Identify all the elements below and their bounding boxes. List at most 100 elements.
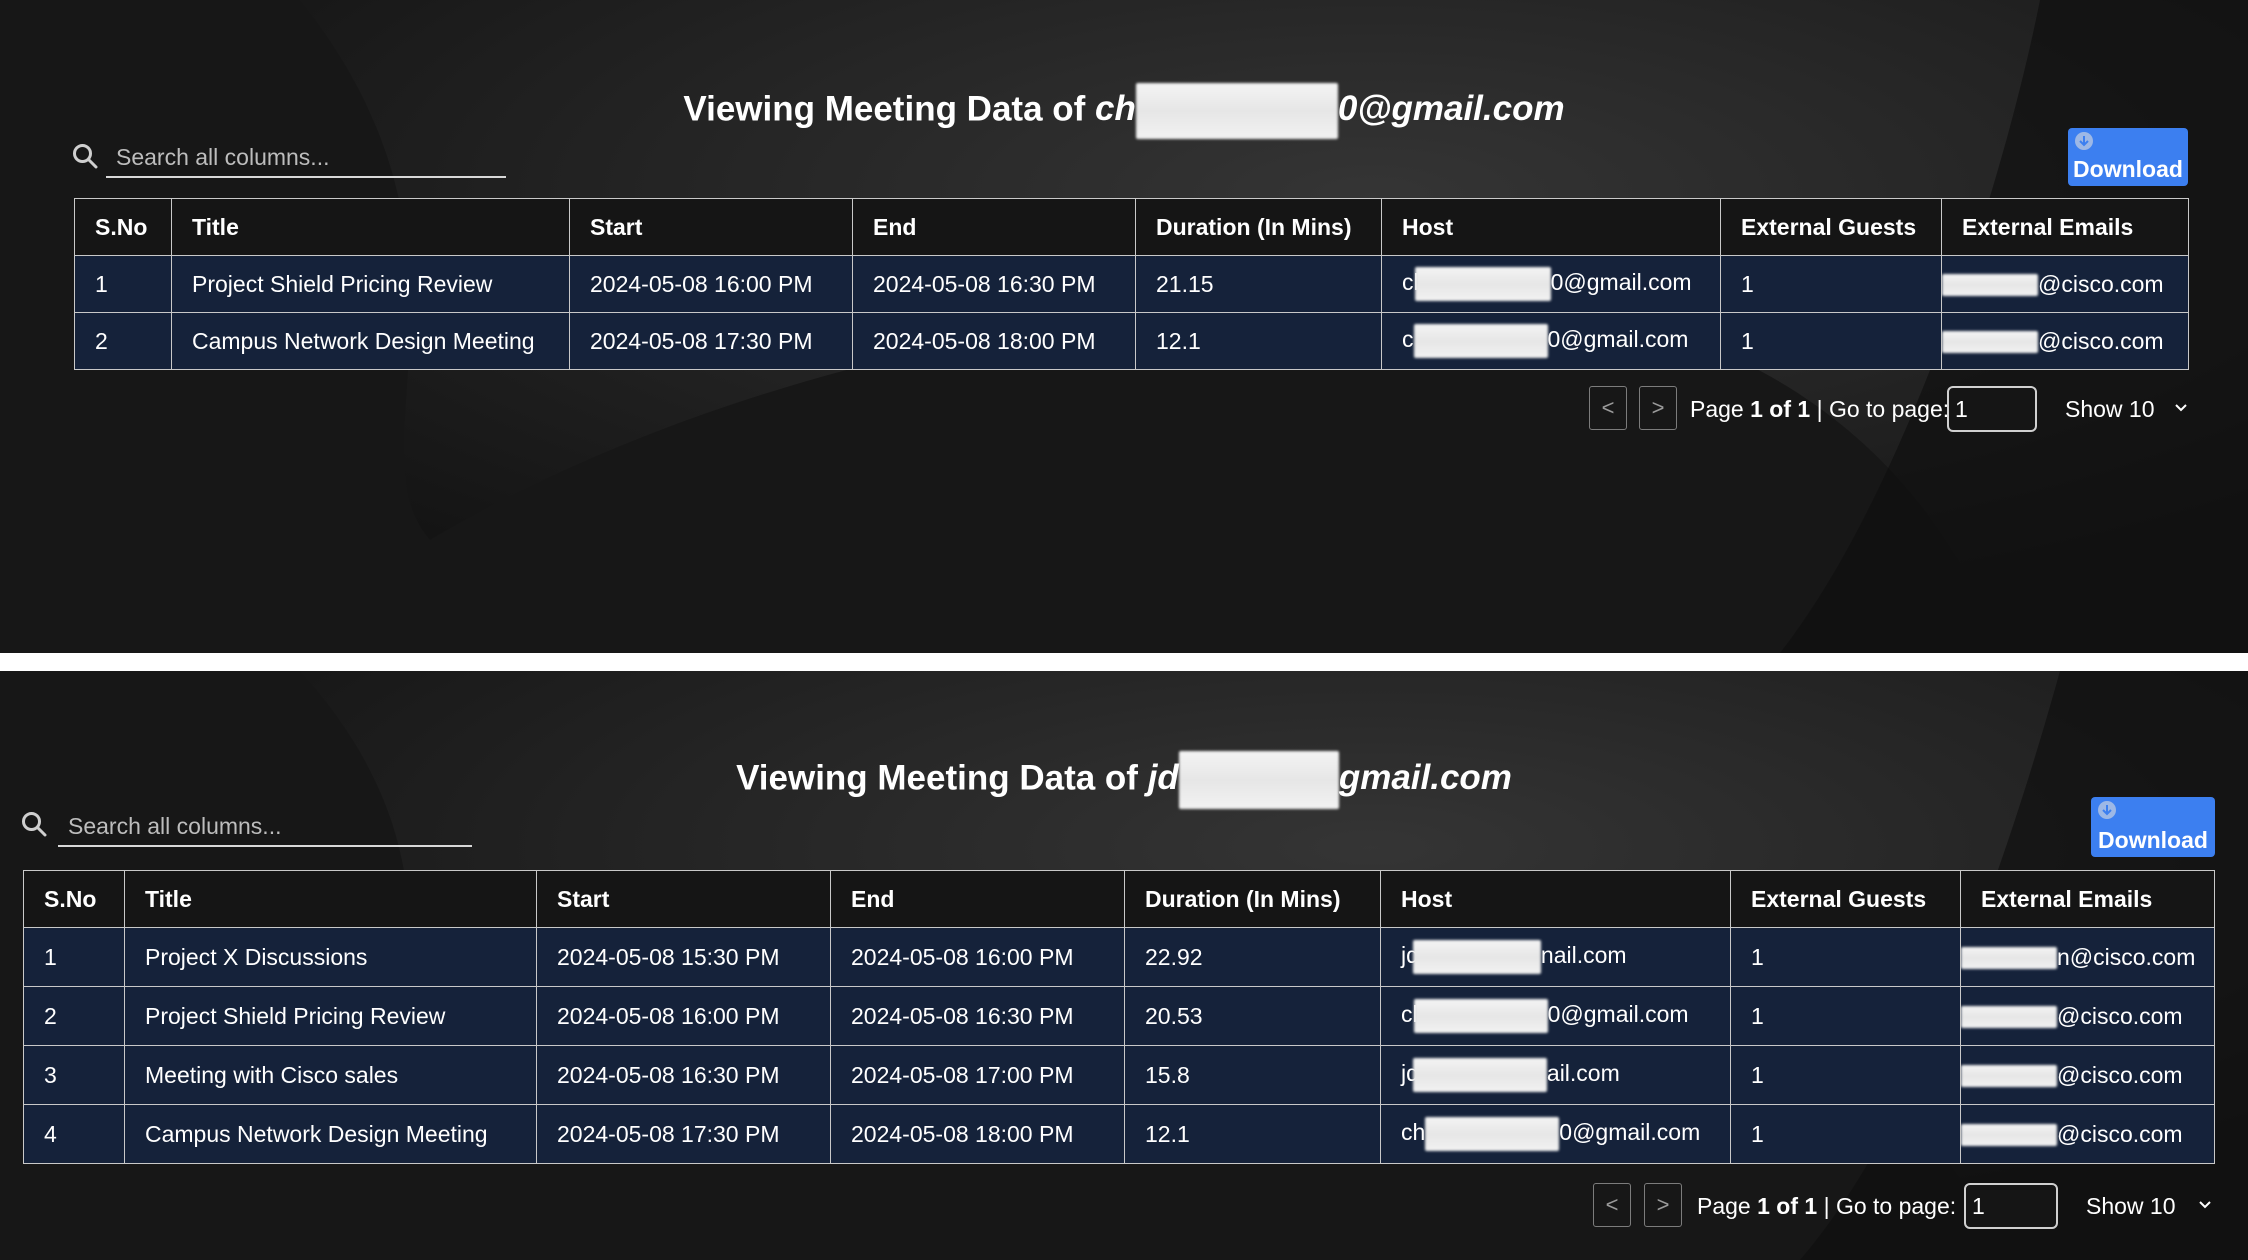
column-header-title[interactable]: Title: [124, 870, 537, 928]
email-start: ch: [1095, 89, 1136, 129]
page-indicator: Page 1 of 1 | Go to page:: [1690, 396, 1949, 423]
search-input[interactable]: [114, 136, 478, 178]
host-end: 0@gmail.com: [1547, 1001, 1689, 1028]
column-header-host[interactable]: Host: [1381, 198, 1721, 256]
chevron-down-icon[interactable]: [2173, 402, 2189, 414]
page-size-select[interactable]: Show 10: [2065, 396, 2155, 423]
meeting-panel-1: Viewing Meeting Data of ch 0@gmail.com Do…: [0, 0, 2248, 653]
host-end: nail.com: [1540, 942, 1627, 969]
column-header-external-emails[interactable]: External Emails: [1960, 870, 2215, 928]
download-label: Download: [2098, 827, 2208, 853]
cell-start: 2024-05-08 16:30 PM: [536, 1045, 831, 1105]
goto-page-input[interactable]: [1964, 1183, 2058, 1229]
email-end: 0@gmail.com: [1337, 89, 1565, 129]
column-header-end[interactable]: End: [830, 870, 1125, 928]
cell-guests: 1: [1720, 255, 1942, 313]
emails-end: n@cisco.com: [2057, 943, 2196, 970]
prev-page-button[interactable]: <: [1589, 386, 1627, 430]
cell-duration: 15.8: [1124, 1045, 1381, 1105]
pagination: < > Page 1 of 1 | Go to page: Show 10: [1593, 1183, 2217, 1231]
cell-end: 2024-05-08 18:00 PM: [852, 312, 1136, 370]
goto-label: | Go to page:: [1823, 1193, 1957, 1219]
title-prefix: Viewing Meeting Data of: [683, 89, 1086, 129]
cell-title: Campus Network Design Meeting: [124, 1104, 537, 1164]
host-end: 0@gmail.com: [1559, 1119, 1701, 1146]
column-header-start[interactable]: Start: [569, 198, 853, 256]
host-end: 0@gmail.com: [1547, 326, 1689, 353]
search-input[interactable]: [66, 805, 430, 847]
prev-page-button[interactable]: <: [1593, 1183, 1631, 1227]
cell-end: 2024-05-08 16:00 PM: [830, 927, 1125, 987]
page-indicator: Page 1 of 1 | Go to page:: [1697, 1193, 1956, 1220]
column-header-end[interactable]: End: [852, 198, 1136, 256]
page-count: 1 of 1: [1750, 396, 1811, 422]
cell-start: 2024-05-08 17:30 PM: [569, 312, 853, 370]
redacted-block: [1135, 83, 1338, 139]
column-header-sno[interactable]: S.No: [74, 198, 172, 256]
column-header-duration[interactable]: Duration (In Mins): [1135, 198, 1382, 256]
emails-end: @cisco.com: [2038, 270, 2164, 297]
redacted-block: [1942, 274, 2038, 297]
meetings-table: S.No Title Start End Duration (In Mins) …: [23, 870, 2215, 1164]
search-field[interactable]: [106, 136, 506, 178]
cell-host: jd nail.com: [1380, 927, 1731, 987]
host-start: c: [1402, 326, 1414, 353]
cell-sno: 2: [74, 312, 172, 370]
page-title: Viewing Meeting Data of ch 0@gmail.com: [0, 83, 2248, 139]
column-header-external-guests[interactable]: External Guests: [1730, 870, 1961, 928]
column-header-title[interactable]: Title: [171, 198, 570, 256]
redacted-block: [1942, 331, 2038, 354]
column-header-external-emails[interactable]: External Emails: [1941, 198, 2189, 256]
next-page-button[interactable]: >: [1644, 1183, 1682, 1227]
download-icon: [2075, 132, 2093, 150]
redacted-block: [1425, 1117, 1560, 1151]
table-row: 1 Project X Discussions 2024-05-08 15:30…: [23, 927, 2215, 987]
cell-sno: 4: [23, 1104, 125, 1164]
column-header-sno[interactable]: S.No: [23, 870, 125, 928]
cell-sno: 3: [23, 1045, 125, 1105]
redacted-block: [1413, 324, 1548, 358]
redacted-block: [1412, 1058, 1547, 1092]
page-word: Page: [1690, 396, 1744, 422]
cell-start: 2024-05-08 15:30 PM: [536, 927, 831, 987]
download-button[interactable]: Download: [2068, 128, 2188, 186]
table-row: 1 Project Shield Pricing Review 2024-05-…: [74, 255, 2189, 313]
cell-host: jd ail.com: [1380, 1045, 1731, 1105]
cell-end: 2024-05-08 16:30 PM: [852, 255, 1136, 313]
pagination: < > Page 1 of 1 | Go to page: Show 10: [1589, 386, 2189, 434]
search-icon: [73, 144, 98, 169]
chevron-down-icon[interactable]: [2197, 1199, 2213, 1211]
download-button[interactable]: Download: [2091, 797, 2215, 857]
cell-sno: 1: [23, 927, 125, 987]
download-label: Download: [2073, 156, 2183, 182]
cell-guests: 1: [1730, 986, 1961, 1046]
title-prefix: Viewing Meeting Data of: [736, 758, 1138, 798]
meeting-panel-2: Viewing Meeting Data of jd gmail.com Down…: [0, 671, 2248, 1260]
table-row: 2 Campus Network Design Meeting 2024-05-…: [74, 312, 2189, 370]
column-header-external-guests[interactable]: External Guests: [1720, 198, 1942, 256]
table-header-row: S.No Title Start End Duration (In Mins) …: [74, 198, 2189, 256]
host-end: ail.com: [1546, 1060, 1620, 1087]
cell-host: ch 0@gmail.com: [1380, 1104, 1731, 1164]
table-row: 4 Campus Network Design Meeting 2024-05-…: [23, 1104, 2215, 1164]
page-size-select[interactable]: Show 10: [2086, 1193, 2176, 1220]
column-header-host[interactable]: Host: [1380, 870, 1731, 928]
next-page-button[interactable]: >: [1639, 386, 1677, 430]
cell-start: 2024-05-08 16:00 PM: [569, 255, 853, 313]
cell-host: cl 0@gmail.com: [1380, 986, 1731, 1046]
table-header-row: S.No Title Start End Duration (In Mins) …: [23, 870, 2215, 928]
search-field[interactable]: [58, 805, 472, 847]
redacted-block: [1414, 267, 1551, 301]
cell-guests: 1: [1730, 927, 1961, 987]
redacted-block: [1961, 947, 2057, 970]
redacted-block: [1961, 1006, 2057, 1029]
cell-title: Project X Discussions: [124, 927, 537, 987]
cell-duration: 21.15: [1135, 255, 1382, 313]
cell-emails: @cisco.com: [1960, 1104, 2215, 1164]
column-header-duration[interactable]: Duration (In Mins): [1124, 870, 1381, 928]
goto-page-input[interactable]: [1947, 386, 2037, 432]
redacted-block: [1961, 1065, 2057, 1088]
email-end: gmail.com: [1338, 758, 1512, 798]
cell-title: Meeting with Cisco sales: [124, 1045, 537, 1105]
column-header-start[interactable]: Start: [536, 870, 831, 928]
